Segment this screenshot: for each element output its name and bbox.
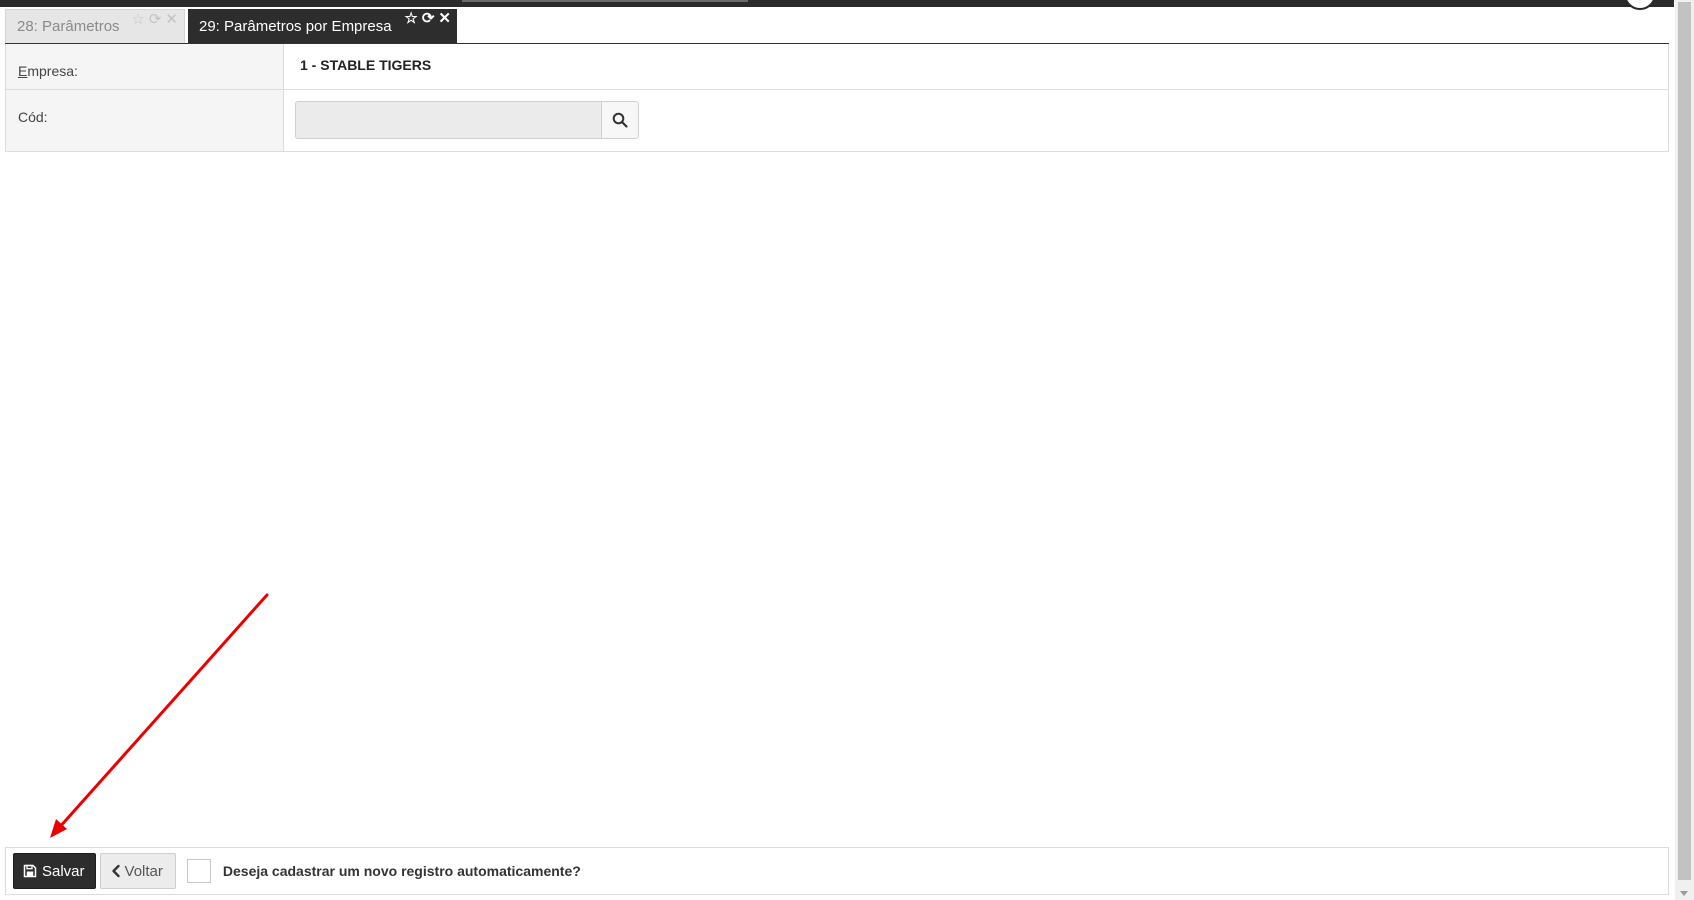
tab-parametros-por-empresa[interactable]: 29: Parâmetros por Empresa ☆ ⟳ ✕ [188, 9, 457, 43]
tab-actions: ☆ ⟳ ✕ [404, 10, 451, 28]
top-bar-indicator [462, 0, 748, 2]
auto-new-record-checkbox[interactable] [186, 859, 211, 883]
refresh-icon[interactable]: ⟳ [422, 10, 435, 28]
close-icon[interactable]: ✕ [438, 10, 451, 28]
parameters-form: Empresa: 1 - STABLE TIGERS Cód: [5, 44, 1669, 152]
top-bar [0, 0, 1674, 10]
close-icon[interactable]: ✕ [165, 11, 178, 29]
tab-parametros[interactable]: 28: Parâmetros ☆ ⟳ ✕ [5, 9, 185, 43]
form-row-empresa: Empresa: 1 - STABLE TIGERS [6, 44, 1668, 90]
scrollbar-thumb[interactable] [1678, 2, 1691, 880]
cod-search-button[interactable] [601, 101, 639, 139]
vertical-scrollbar[interactable] [1675, 0, 1694, 900]
avatar[interactable] [1624, 0, 1656, 10]
cod-value-cell [284, 90, 1668, 151]
save-button[interactable]: Salvar [13, 853, 96, 889]
cod-label: Cód: [6, 90, 284, 151]
floppy-disk-icon [23, 864, 37, 878]
refresh-icon[interactable]: ⟳ [149, 11, 162, 29]
tab-label: 28: Parâmetros [17, 18, 120, 35]
star-icon[interactable]: ☆ [131, 11, 144, 29]
save-button-label: Salvar [42, 862, 85, 880]
form-row-cod: Cód: [6, 90, 1668, 151]
tab-bar: 28: Parâmetros ☆ ⟳ ✕ 29: Parâmetros por … [5, 9, 457, 43]
cod-input[interactable] [295, 101, 601, 139]
back-button[interactable]: Voltar [99, 853, 176, 889]
star-icon[interactable]: ☆ [404, 10, 417, 28]
tab-label: 29: Parâmetros por Empresa [199, 17, 392, 35]
scroll-down-arrow-icon[interactable] [1680, 891, 1688, 896]
empresa-label: Empresa: [6, 44, 284, 89]
tab-actions: ☆ ⟳ ✕ [131, 11, 178, 29]
chevron-left-icon [111, 864, 120, 878]
back-button-label: Voltar [124, 862, 163, 880]
empresa-value: 1 - STABLE TIGERS [300, 57, 432, 73]
search-icon [612, 112, 628, 128]
auto-new-record-label: Deseja cadastrar um novo registro automa… [222, 863, 581, 879]
empresa-label-accesskey: E [18, 63, 28, 79]
empresa-label-text: mpresa: [27, 63, 78, 79]
cod-search-group [295, 101, 639, 139]
form-footer: Salvar Voltar Deseja cadastrar um novo r… [5, 847, 1669, 895]
